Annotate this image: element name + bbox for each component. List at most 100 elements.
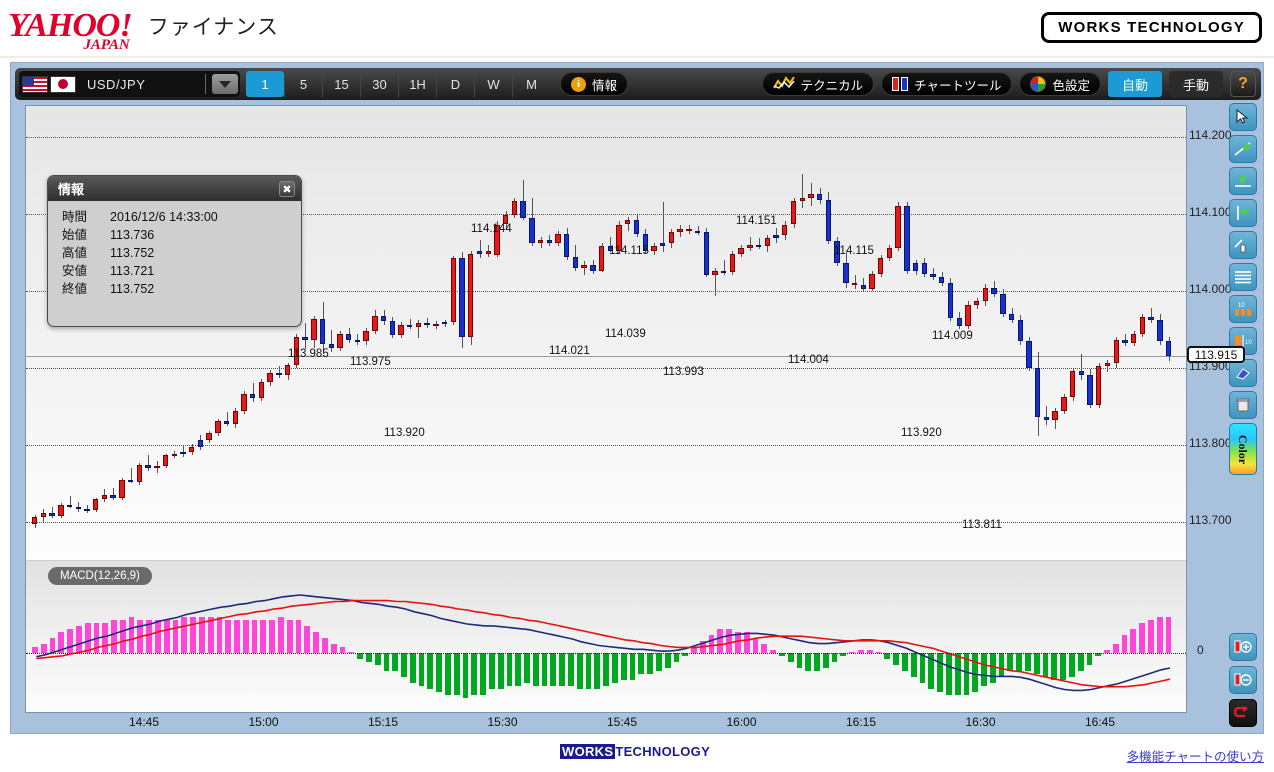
auto-mode-button[interactable]: 自動	[1108, 71, 1162, 97]
candle-body	[188, 446, 195, 453]
candle-body	[1069, 370, 1076, 397]
jp-flag-icon	[50, 75, 76, 93]
candle-body	[546, 239, 552, 243]
color-tool-label: Color	[1236, 434, 1251, 464]
info-window-body: 時間 2016/12/6 14:33:00 始値 113.736 高値 113.752 安値…	[48, 201, 301, 298]
candle-body	[1026, 341, 1032, 368]
timeframe-5[interactable]: 5	[284, 71, 322, 97]
candle-body	[389, 321, 395, 336]
info-row-value: 113.721	[110, 264, 155, 278]
info-button-label: 情報	[592, 78, 618, 93]
reset-icon[interactable]	[1229, 699, 1257, 727]
info-button[interactable]: i 情報	[560, 72, 629, 96]
candle-body	[747, 244, 753, 248]
how-to-use-link[interactable]: 多機能チャートの使い方	[1127, 746, 1264, 765]
zoom-in-icon[interactable]	[1229, 633, 1257, 661]
trash-icon[interactable]	[1229, 391, 1257, 419]
candle-body	[1008, 313, 1015, 320]
candle-body	[311, 319, 317, 340]
macd-pane[interactable]: MACD(12,26,9)	[26, 560, 1186, 712]
freehand-draw-icon[interactable]	[1229, 231, 1257, 259]
candle-body	[119, 479, 125, 498]
price-annotation: 114.115	[609, 245, 649, 257]
trendline-icon[interactable]	[1229, 135, 1257, 163]
timeframe-1[interactable]: 1	[246, 71, 284, 97]
candle-body	[40, 513, 47, 517]
cursor-arrow-icon[interactable]	[1229, 103, 1257, 131]
price-gridline	[26, 136, 1186, 138]
toolbar-left-group: USD/JPY 1 5 15 30 1H D W M i 情報	[19, 71, 629, 97]
info-row-value: 113.752	[110, 246, 155, 260]
timeframe-1H[interactable]: 1H	[398, 71, 436, 97]
page-footer: WORKS TECHNOLOGY 多機能チャートの使い方	[0, 736, 1274, 772]
horizontal-line-icon[interactable]	[1229, 167, 1257, 195]
candle-body	[319, 319, 326, 344]
macd-badge[interactable]: MACD(12,26,9)	[48, 567, 152, 585]
candle-body	[215, 421, 221, 434]
candle-body	[485, 251, 491, 255]
price-annotation: 114.144	[471, 223, 512, 235]
candle-body	[145, 465, 151, 469]
candle-body	[241, 393, 247, 411]
candle-body	[555, 233, 561, 243]
price-annotation: 113.920	[384, 427, 425, 439]
vertical-line-icon[interactable]	[1229, 199, 1257, 227]
candle-body	[921, 262, 928, 274]
info-row: 終値 113.752	[48, 280, 301, 298]
timeframe-30[interactable]: 30	[360, 71, 398, 97]
drawing-tool-rail: 10 10 Color	[1225, 103, 1261, 475]
fib-ratio-icon[interactable]: 10	[1229, 295, 1257, 323]
candle-body	[939, 276, 945, 283]
candle-wick	[723, 259, 725, 276]
yahoo-japan-logo[interactable]: YAHOO! JAPAN ファイナンス	[8, 6, 279, 54]
candle-body	[572, 256, 579, 268]
info-row-key: 安値	[62, 264, 88, 278]
timeframe-M[interactable]: M	[512, 71, 550, 97]
candle-body	[415, 322, 422, 327]
candle-body	[162, 455, 169, 467]
price-annotation: 113.985	[288, 348, 329, 360]
timeframe-group: 1 5 15 30 1H D W M	[246, 71, 550, 97]
technical-button[interactable]: テクニカル	[761, 72, 875, 96]
info-window[interactable]: 情報 ✖ 時間 2016/12/6 14:33:00 始値 113.736 高値 113.…	[47, 175, 302, 327]
candle-body	[372, 316, 378, 331]
close-icon[interactable]: ✖	[279, 181, 295, 197]
time-axis-label: 16:45	[1084, 715, 1116, 729]
eraser-icon[interactable]	[1229, 359, 1257, 387]
candle-body	[659, 242, 666, 247]
info-row-key: 始値	[62, 228, 88, 242]
timeframe-W[interactable]: W	[474, 71, 512, 97]
info-row-key: 時間	[62, 210, 88, 224]
price-annotation: 114.021	[549, 345, 590, 357]
candle-body	[851, 282, 858, 285]
chart-tool-button[interactable]: チャートツール	[881, 72, 1013, 96]
time-axis-label: 15:45	[606, 715, 638, 729]
candle-body	[721, 270, 727, 273]
parallel-lines-icon[interactable]	[1229, 263, 1257, 291]
candle-body	[511, 201, 518, 216]
time-axis-label: 15:30	[487, 715, 518, 729]
color-settings-button[interactable]: 色設定	[1019, 72, 1101, 96]
help-button[interactable]: ?	[1230, 71, 1256, 97]
candle-body	[1139, 316, 1146, 334]
price-gridline	[26, 367, 1186, 369]
symbol-divider	[205, 74, 206, 94]
timeframe-D[interactable]: D	[436, 71, 474, 97]
candle-body	[825, 199, 832, 242]
chart-shell: USD/JPY 1 5 15 30 1H D W M i 情報 テクニカル チャ…	[10, 62, 1264, 734]
candle-body	[206, 433, 212, 440]
zoom-out-icon[interactable]	[1229, 666, 1257, 694]
symbol-selector[interactable]: USD/JPY	[19, 71, 240, 97]
info-row: 始値 113.736	[48, 226, 301, 244]
chevron-down-icon[interactable]	[212, 74, 238, 94]
info-row-key: 終値	[62, 282, 88, 296]
color-tool-button[interactable]: Color	[1229, 423, 1257, 475]
chart-tool-button-label: チャートツール	[914, 78, 1002, 93]
candle-wick	[1107, 359, 1109, 373]
candle-body	[912, 262, 919, 271]
timeframe-15[interactable]: 15	[322, 71, 360, 97]
candle-body	[459, 258, 465, 337]
candle-body	[223, 421, 230, 424]
manual-mode-button[interactable]: 手動	[1169, 71, 1223, 97]
candle-body	[991, 287, 997, 294]
